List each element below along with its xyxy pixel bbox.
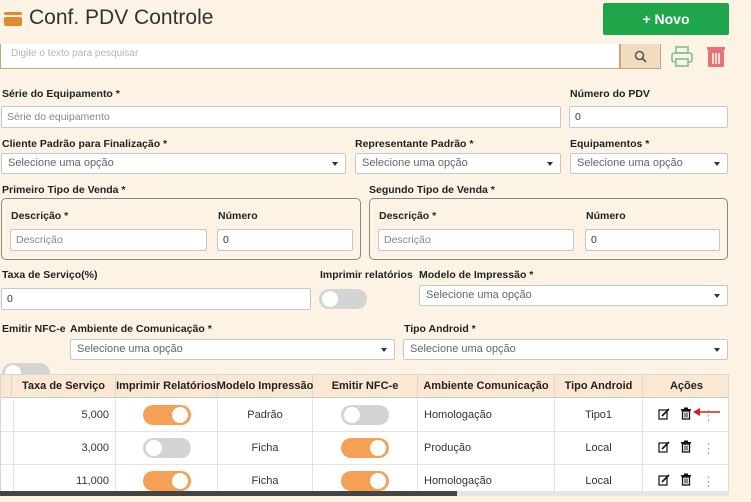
taxa-input[interactable]: 0: [1, 288, 311, 310]
row-nfce-toggle[interactable]: [341, 405, 389, 425]
trash-icon[interactable]: [680, 440, 692, 456]
primeiro-descricao-input[interactable]: Descrição: [10, 229, 207, 251]
ambiente-label: Ambiente de Comunicação *: [70, 323, 212, 335]
equipamentos-select-value: Selecione uma opção: [577, 157, 683, 169]
annotation-arrow: [693, 408, 720, 416]
cell-ambiente: Homologação: [418, 465, 555, 493]
representante-select-value: Selecione uma opção: [362, 157, 468, 169]
trash-icon[interactable]: [680, 407, 692, 423]
trash-icon[interactable]: [680, 473, 692, 489]
print-icon[interactable]: [670, 46, 694, 68]
android-label: Tipo Android *: [404, 323, 476, 335]
cell-acoes: ⋮: [643, 465, 728, 493]
new-button[interactable]: + Novo: [603, 3, 729, 35]
modelo-label: Modelo de Impressão *: [419, 269, 534, 281]
edit-icon[interactable]: [658, 440, 670, 456]
more-vertical-icon[interactable]: ⋮: [702, 442, 715, 455]
cell-imprimir: [116, 465, 218, 493]
cell-acoes: ⋮: [643, 432, 728, 465]
chevron-down-icon: [714, 294, 720, 298]
modelo-select-value: Selecione uma opção: [426, 289, 532, 301]
th-ambiente[interactable]: Ambiente Comunicação: [418, 375, 555, 398]
th-modelo[interactable]: Modelo Impressão: [217, 375, 313, 398]
segundo-tipo-legend: Segundo Tipo de Venda *: [369, 184, 495, 196]
ambiente-select[interactable]: Selecione uma opção: [70, 339, 395, 360]
cell-nfce: [313, 399, 418, 432]
row-imprimir-toggle[interactable]: [142, 405, 191, 425]
search-button[interactable]: [620, 44, 661, 69]
page-title: Conf. PDV Controle: [29, 6, 214, 29]
search-icon: [634, 50, 647, 63]
cell-taxa: 5,000: [12, 399, 116, 432]
cliente-select-value: Selecione uma opção: [8, 157, 114, 169]
edit-icon[interactable]: [658, 473, 670, 489]
chevron-down-icon: [714, 348, 720, 352]
cell-imprimir: [116, 432, 218, 465]
row-nfce-toggle[interactable]: [341, 471, 389, 491]
android-select-value: Selecione uma opção: [410, 343, 516, 355]
row-imprimir-toggle[interactable]: [142, 438, 191, 458]
primeiro-numero-label: Número: [218, 210, 258, 222]
cell-nfce: [313, 432, 418, 465]
cell-modelo: Ficha: [218, 432, 313, 465]
android-select[interactable]: Selecione uma opção: [403, 339, 728, 360]
more-vertical-icon[interactable]: ⋮: [702, 475, 715, 488]
cell-ambiente: Produção: [418, 432, 555, 465]
primeiro-descricao-label: Descrição *: [11, 210, 69, 222]
th-nfce[interactable]: Emitir NFC-e: [313, 375, 418, 398]
excel-export-icon[interactable]: [706, 46, 726, 68]
row-nfce-toggle[interactable]: [341, 438, 389, 458]
segundo-descricao-label: Descrição *: [379, 210, 437, 222]
cell-modelo: Ficha: [218, 465, 313, 493]
numero-pdv-label: Número do PDV: [570, 88, 650, 100]
cliente-select[interactable]: Selecione uma opção: [1, 153, 346, 174]
th-taxa[interactable]: Taxa de Serviço: [12, 375, 116, 398]
imprimir-label: Imprimir relatórios: [320, 269, 413, 281]
modelo-select[interactable]: Selecione uma opção: [419, 285, 728, 306]
cell-android: Tipo1: [555, 399, 643, 432]
equipamentos-select[interactable]: Selecione uma opção: [570, 153, 728, 174]
th-android[interactable]: Tipo Android: [555, 375, 643, 398]
cliente-label: Cliente Padrão para Finalização *: [2, 138, 168, 150]
cell-ambiente: Homologação: [418, 399, 555, 432]
table-header-spacer: [1, 375, 12, 398]
chevron-down-icon: [714, 162, 720, 166]
cell-android: Local: [555, 432, 643, 465]
chevron-down-icon: [547, 162, 553, 166]
segundo-numero-input[interactable]: 0: [585, 229, 720, 251]
cell-taxa: 3,000: [12, 432, 116, 465]
th-imprimir[interactable]: Imprimir Relatórios: [116, 375, 218, 398]
pdv-table: Taxa de Serviço Imprimir Relatórios Mode…: [0, 374, 729, 494]
search-input[interactable]: Digite o texto para pesquisar: [0, 44, 620, 69]
segundo-numero-label: Número: [586, 210, 626, 222]
segundo-descricao-input[interactable]: Descrição: [378, 229, 574, 251]
edit-icon[interactable]: [658, 407, 670, 423]
chevron-down-icon: [381, 348, 387, 352]
representante-label: Representante Padrão *: [355, 138, 474, 150]
equipamentos-label: Equipamentos *: [570, 138, 650, 150]
chevron-down-icon: [332, 162, 338, 166]
row-imprimir-toggle[interactable]: [142, 471, 191, 491]
scrollbar-thumb[interactable]: [0, 491, 457, 496]
cell-android: Local: [555, 465, 643, 493]
primeiro-tipo-legend: Primeiro Tipo de Venda *: [2, 184, 126, 196]
ambiente-select-value: Selecione uma opção: [77, 343, 183, 355]
numero-pdv-input[interactable]: 0: [569, 106, 728, 128]
cell-taxa: 11,000: [12, 465, 116, 493]
serie-label: Série do Equipamento *: [2, 88, 120, 100]
th-acoes: Ações: [643, 375, 728, 398]
cell-nfce: [313, 465, 418, 493]
horizontal-scrollbar[interactable]: [0, 491, 729, 496]
serie-input[interactable]: Série do equipamento: [1, 106, 561, 128]
imprimir-toggle[interactable]: [319, 289, 367, 309]
title-icon: [4, 12, 22, 26]
primeiro-numero-input[interactable]: 0: [217, 229, 353, 251]
nfce-label: Emitir NFC-e: [2, 323, 66, 335]
representante-select[interactable]: Selecione uma opção: [355, 153, 561, 174]
taxa-label: Taxa de Serviço(%): [2, 269, 98, 281]
cell-imprimir: [116, 399, 218, 432]
cell-modelo: Padrão: [218, 399, 313, 432]
